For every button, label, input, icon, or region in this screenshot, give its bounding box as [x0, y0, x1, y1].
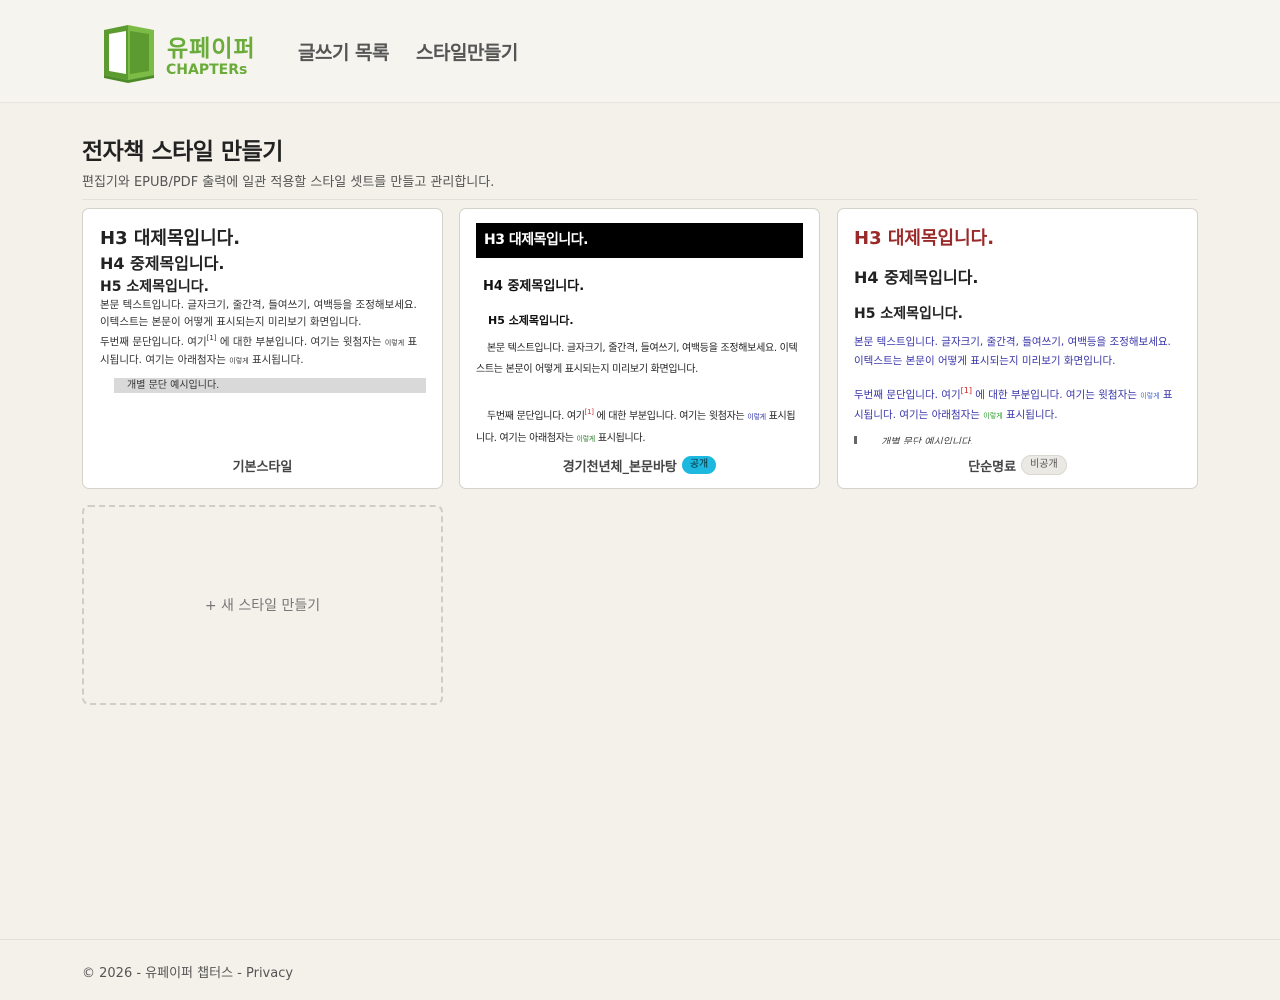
style-card-footer: 기본스타일 — [83, 453, 442, 477]
style-card-footer: 단순명료 비공개 — [838, 453, 1197, 477]
preview-h3: H3 대제목입니다. — [100, 228, 241, 249]
style-card-basic[interactable]: H3 대제목입니다. H4 중제목입니다. H5 소제목입니다. 본문 텍스트입… — [82, 208, 443, 489]
preview-paragraph-1: 본문 텍스트입니다. 글자크기, 줄간격, 들여쓰기, 여백등을 조정해보세요.… — [100, 299, 417, 328]
brand-name-kr: 유페이퍼 — [167, 36, 256, 62]
preview-h4: H4 중제목입니다. — [854, 268, 979, 287]
main-nav: 글쓰기 목록 스타일만들기 — [298, 38, 518, 65]
footnote-marker: [1] — [960, 386, 972, 395]
subscript-sample: 이렇게 — [229, 356, 249, 365]
style-name: 기본스타일 — [232, 459, 293, 475]
style-name: 단순명료 — [968, 459, 1017, 475]
style-card-gyeonggi[interactable]: H3 대제목입니다. H4 중제목입니다. H5 소제목입니다. 본문 텍스트입… — [459, 208, 820, 489]
preview-h4: H4 중제목입니다. — [100, 254, 225, 273]
new-style-label: + 새 스타일 만들기 — [204, 598, 321, 614]
site-footer: © 2026 - 유페이퍼 챕터스 - Privacy — [0, 939, 1280, 1000]
preview-h5: H5 소제목입니다. — [854, 306, 963, 322]
brand-logo[interactable]: 유페이퍼 CHAPTERs — [100, 22, 260, 84]
superscript-sample: 이렇게 — [384, 339, 405, 347]
footnote-marker: [1] — [584, 408, 594, 416]
style-name: 경기천년체_본문바탕 — [562, 459, 677, 475]
preview-paragraph-2: 두번째 문단입니다. 여기[1] 에 대한 부분입니다. 여기는 윗첨자는 이렇… — [854, 386, 1173, 421]
page-title: 전자책 스타일 만들기 — [82, 138, 283, 165]
style-card-simple[interactable]: H3 대제목입니다. H4 중제목입니다. H5 소제목입니다. 본문 텍스트입… — [837, 208, 1198, 489]
style-preview: H3 대제목입니다. H4 중제목입니다. H5 소제목입니다. 본문 텍스트입… — [838, 209, 1197, 444]
preview-paragraph-1: 본문 텍스트입니다. 글자크기, 줄간격, 들여쓰기, 여백등을 조정해보세요.… — [476, 343, 798, 375]
superscript-sample: 이렇게 — [1140, 392, 1160, 400]
footnote-marker: [1] — [206, 334, 217, 342]
preview-paragraph-2: 두번째 문단입니다. 여기[1] 에 대한 부분입니다. 여기는 윗첨자는 이렇… — [476, 408, 796, 444]
subscript-sample: 이렇게 — [576, 435, 596, 443]
divider — [82, 199, 1198, 200]
status-badge: 비공개 — [1021, 455, 1067, 475]
style-preview: H3 대제목입니다. H4 중제목입니다. H5 소제목입니다. 본문 텍스트입… — [460, 209, 819, 444]
preview-paragraph-2: 두번째 문단입니다. 여기[1] 에 대한 부분입니다. 여기는 윗첨자는 이렇… — [100, 334, 418, 366]
nav-item-write-list[interactable]: 글쓰기 목록 — [298, 38, 390, 65]
preview-h3: H3 대제목입니다. — [476, 223, 803, 258]
style-card-footer: 경기천년체_본문바탕 공개 — [460, 453, 819, 477]
preview-paragraph-box: 개별 문단 예시입니다. — [854, 436, 1181, 444]
preview-h5: H5 소제목입니다. — [100, 279, 209, 295]
preview-paragraph-1: 본문 텍스트입니다. 글자크기, 줄간격, 들여쓰기, 여백등을 조정해보세요.… — [854, 336, 1171, 367]
preview-h5: H5 소제목입니다. — [488, 314, 574, 327]
preview-h4: H4 중제목입니다. — [483, 279, 585, 294]
new-style-button[interactable]: + 새 스타일 만들기 — [82, 505, 443, 705]
copyright: © 2026 - 유페이퍼 챕터스 - Privacy — [82, 966, 294, 981]
page-subtitle: 편집기와 EPUB/PDF 출력에 일관 적용할 스타일 셋트를 만들고 관리합… — [82, 175, 495, 190]
top-navbar: 유페이퍼 CHAPTERs 글쓰기 목록 스타일만들기 — [0, 0, 1280, 103]
preview-paragraph-box: 개별 문단 예시입니다. — [114, 378, 426, 393]
status-badge: 공개 — [681, 456, 717, 474]
preview-h3: H3 대제목입니다. — [854, 228, 995, 249]
brand-name-en: CHAPTERs — [166, 62, 248, 78]
privacy-link[interactable]: Privacy — [246, 966, 293, 981]
superscript-sample: 이렇게 — [747, 413, 766, 421]
style-preview: H3 대제목입니다. H4 중제목입니다. H5 소제목입니다. 본문 텍스트입… — [83, 209, 442, 444]
nav-item-style-maker[interactable]: 스타일만들기 — [416, 38, 518, 65]
book-logo-icon — [104, 25, 154, 83]
subscript-sample: 이렇게 — [983, 412, 1003, 420]
